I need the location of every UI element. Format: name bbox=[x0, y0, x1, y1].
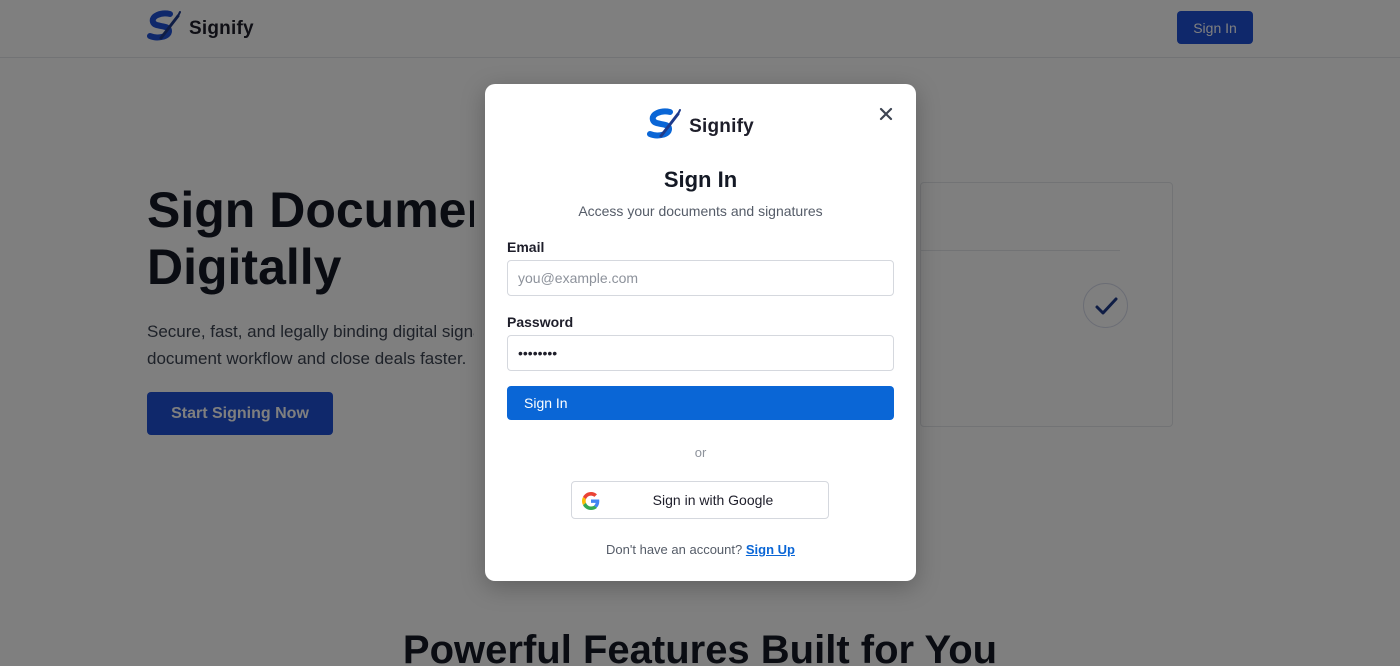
google-signin-label: Sign in with Google bbox=[652, 492, 774, 508]
email-field[interactable] bbox=[507, 260, 894, 296]
signup-row: Don't have an account? Sign Up bbox=[485, 542, 916, 557]
modal-title: Sign In bbox=[663, 167, 738, 192]
signin-modal: Signify Sign In Access your documents an… bbox=[485, 84, 916, 581]
or-divider: or bbox=[694, 445, 707, 460]
modal-subtitle: Access your documents and signatures bbox=[578, 203, 823, 219]
signup-link[interactable]: Sign Up bbox=[746, 542, 795, 557]
close-icon[interactable] bbox=[874, 102, 898, 126]
modal-brand-name: Signify bbox=[689, 115, 754, 137]
email-label: Email bbox=[507, 239, 545, 255]
password-field[interactable] bbox=[507, 335, 894, 371]
modal-brand: Signify bbox=[485, 108, 916, 145]
google-signin-button[interactable]: Sign in with Google bbox=[571, 481, 829, 519]
password-label: Password bbox=[507, 314, 574, 330]
signify-logo-icon bbox=[647, 108, 682, 145]
signup-prompt: Don't have an account? bbox=[606, 542, 743, 557]
signin-submit-button[interactable]: Sign In bbox=[507, 386, 894, 420]
